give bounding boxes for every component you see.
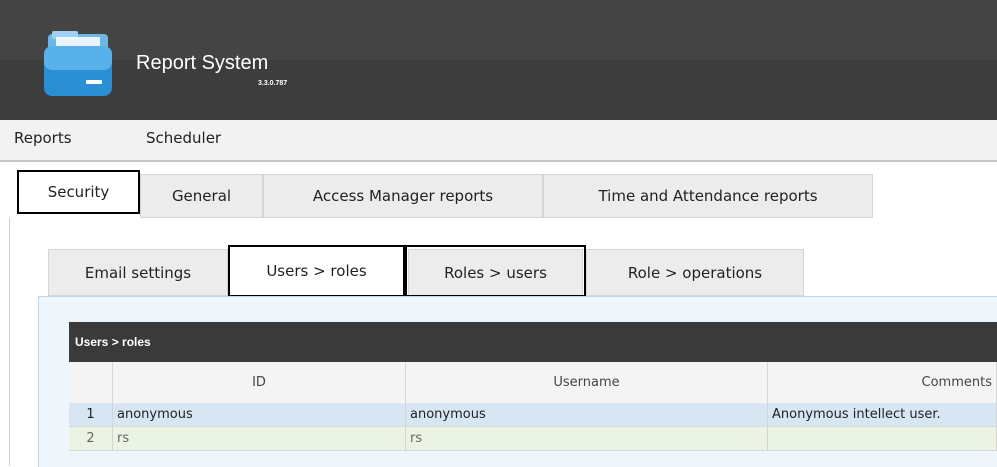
column-header-rownum	[69, 362, 113, 403]
header-gradient	[0, 0, 997, 60]
grid-header: ID Username Comments	[69, 362, 997, 404]
cell-username: anonymous	[406, 403, 768, 427]
users-roles-grid: Users > roles ID Username Comments 1 ano…	[69, 322, 997, 466]
app-header: Report System 3.3.0.787	[0, 0, 997, 120]
subtab-role-operations[interactable]: Role > operations	[586, 249, 804, 296]
row-number: 1	[69, 403, 113, 427]
menu-reports[interactable]: Reports	[14, 129, 72, 147]
subtab-email-settings[interactable]: Email settings	[48, 249, 228, 296]
app-title: Report System	[136, 52, 269, 74]
subtab-users-roles[interactable]: Users > roles	[228, 245, 405, 297]
column-header-id[interactable]: ID	[113, 362, 406, 403]
cell-comments	[768, 427, 997, 451]
table-row[interactable]: 2 rs rs	[69, 427, 997, 451]
grid-title: Users > roles	[69, 322, 997, 362]
table-row[interactable]: 1 anonymous anonymous Anonymous intellec…	[69, 403, 997, 427]
cell-id: anonymous	[113, 403, 406, 427]
app-version: 3.3.0.787	[258, 80, 288, 87]
report-folder-icon	[44, 31, 112, 96]
highlight-frame	[405, 245, 586, 297]
menu-scheduler[interactable]: Scheduler	[146, 129, 221, 147]
cell-id: rs	[113, 427, 406, 451]
tab-security[interactable]: Security	[17, 170, 140, 214]
cell-username: rs	[406, 427, 768, 451]
tab-time-attendance-reports[interactable]: Time and Attendance reports	[543, 174, 873, 218]
tab-access-manager-reports[interactable]: Access Manager reports	[263, 174, 543, 218]
cell-comments: Anonymous intellect user.	[768, 403, 997, 427]
tab-general[interactable]: General	[140, 174, 263, 218]
row-number: 2	[69, 427, 113, 451]
column-header-comments[interactable]: Comments	[768, 362, 997, 403]
column-header-username[interactable]: Username	[406, 362, 768, 403]
main-menu: Reports Scheduler	[0, 120, 997, 162]
